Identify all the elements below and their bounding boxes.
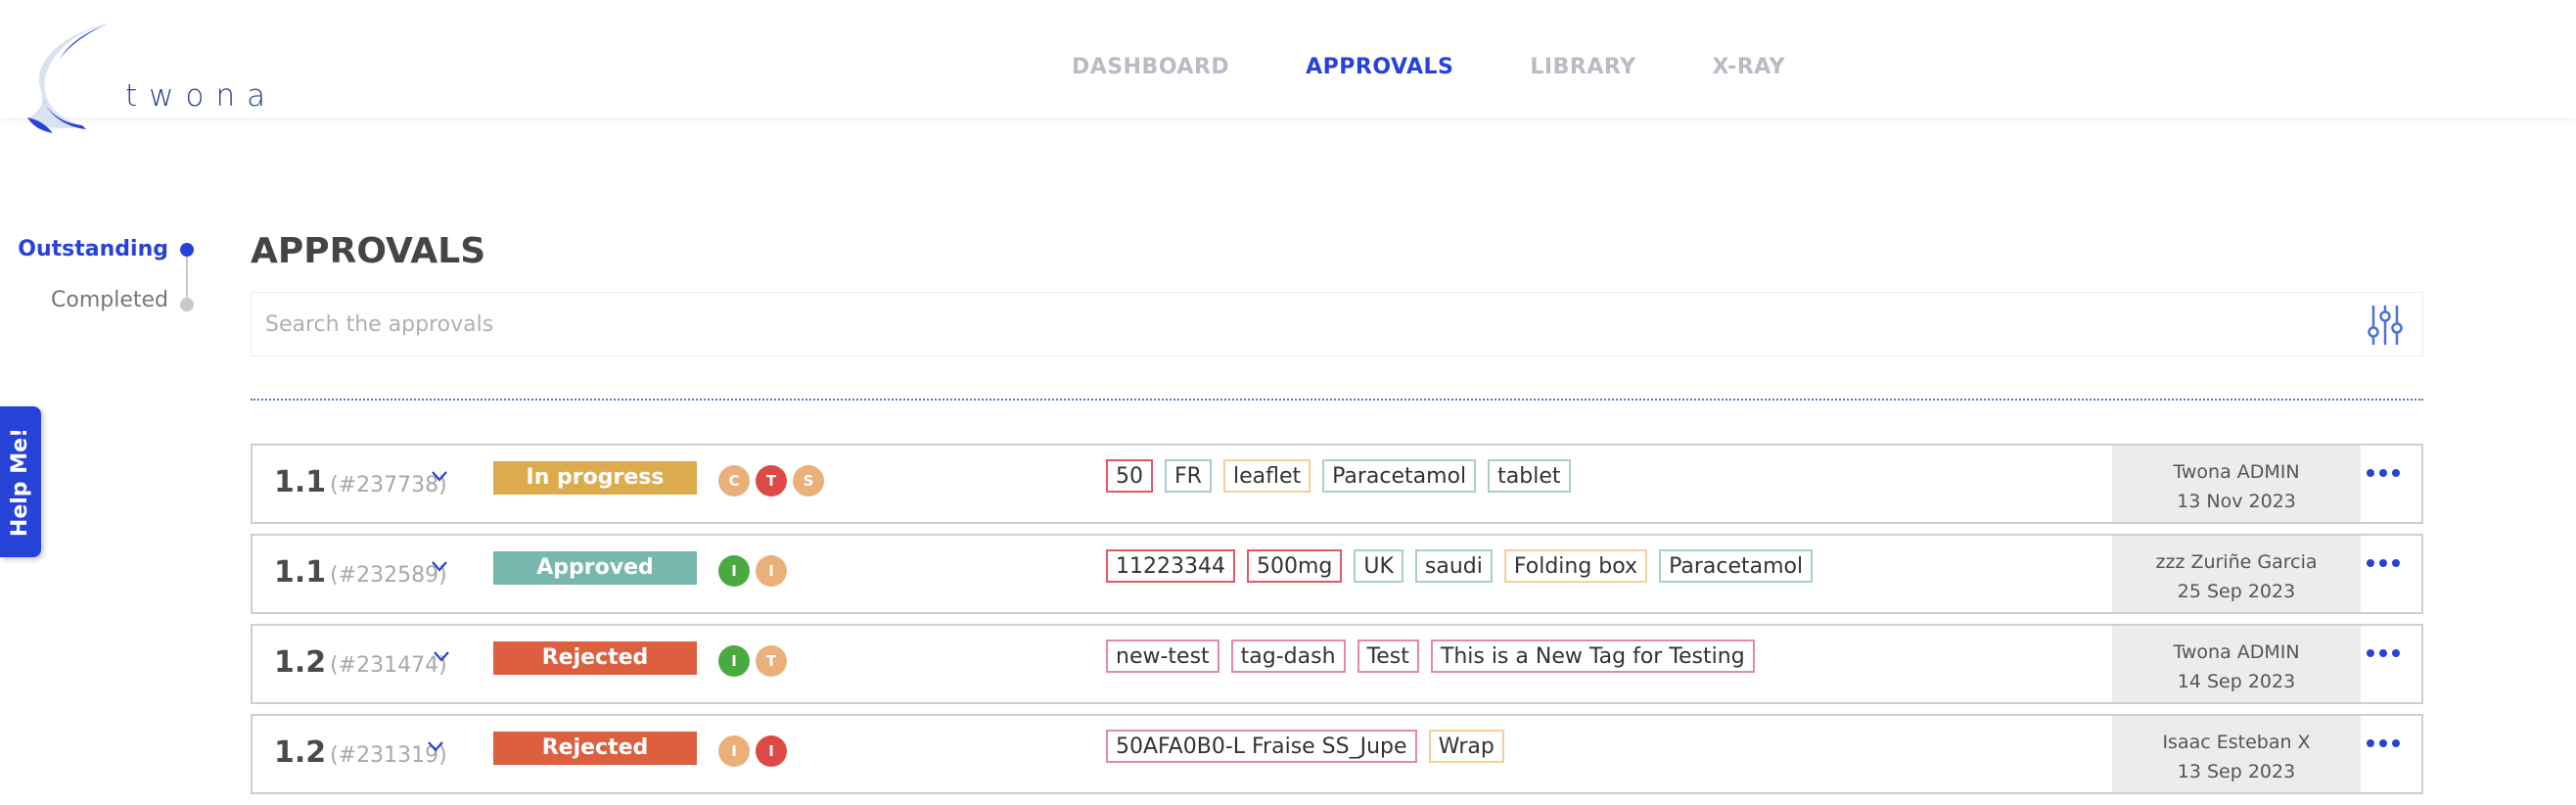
chevron-down-icon[interactable] (429, 555, 450, 577)
approval-meta: Twona ADMIN 13 Nov 2023 (2112, 446, 2361, 522)
approval-version: 1.1 (#232589) (274, 555, 447, 590)
tag[interactable]: Paracetamol (1659, 549, 1814, 583)
avatar[interactable]: I (756, 735, 787, 767)
version-number: 1.2 (274, 735, 327, 770)
tag[interactable]: 50 (1106, 459, 1153, 493)
reviewer-avatars: I I (718, 735, 787, 767)
tag[interactable]: 11223344 (1106, 549, 1235, 583)
avatar[interactable]: I (718, 555, 750, 587)
approval-user: zzz Zuriñe Garcia (2155, 551, 2318, 573)
step-connector (186, 255, 188, 302)
approval-row[interactable]: 1.2 (#231474) Rejected I T new-test tag-d… (251, 624, 2423, 704)
avatar[interactable]: I (718, 645, 750, 677)
approval-ref: (#231474) (330, 653, 447, 678)
approval-version: 1.2 (#231319) (274, 735, 447, 770)
approval-date: 25 Sep 2023 (2177, 581, 2296, 602)
approval-user: Twona ADMIN (2173, 641, 2300, 663)
nav-x-ray[interactable]: X-RAY (1713, 55, 1786, 79)
status-badge: In progress (493, 461, 697, 495)
main-nav: DASHBOARD APPROVALS LIBRARY X-RAY (1072, 55, 1785, 79)
tag[interactable]: 500mg (1246, 549, 1343, 583)
avatar[interactable]: T (756, 465, 787, 497)
approval-row[interactable]: 1.1 (#237738) In progress C T S 50 FR lea… (251, 444, 2423, 524)
approval-meta: Isaac Esteban X 13 Sep 2023 (2112, 716, 2361, 792)
status-steps: Outstanding Completed (0, 233, 206, 321)
nav-approvals[interactable]: APPROVALS (1306, 55, 1453, 79)
avatar[interactable]: C (718, 465, 750, 497)
reviewer-avatars: C T S (718, 465, 824, 497)
approval-meta: Twona ADMIN 14 Sep 2023 (2112, 626, 2361, 702)
tag[interactable]: This is a New Tag for Testing (1430, 639, 1755, 673)
approval-date: 14 Sep 2023 (2177, 671, 2296, 692)
search-input[interactable] (265, 293, 2340, 355)
approval-date: 13 Sep 2023 (2177, 761, 2296, 782)
help-me-button[interactable]: Help Me! (0, 406, 41, 557)
filter-settings-icon[interactable] (2368, 305, 2403, 346)
approval-row[interactable]: 1.2 (#231319) Rejected I I 50AFA0B0-L Fra… (251, 714, 2423, 794)
step-completed-dot (180, 298, 194, 311)
search-bar (251, 292, 2423, 356)
approval-user: Twona ADMIN (2173, 461, 2300, 483)
approval-version: 1.2 (#231474) (274, 645, 447, 680)
fish-logo-icon (27, 24, 108, 133)
status-badge: Approved (493, 551, 697, 585)
tag[interactable]: Test (1357, 639, 1419, 673)
avatar[interactable]: T (756, 645, 787, 677)
approval-version: 1.1 (#237738) (274, 465, 447, 499)
tag-list: 50AFA0B0-L Fraise SS_Jupe Wrap (1106, 730, 1504, 763)
brand-name: twona (125, 78, 278, 114)
tag-list: new-test tag-dash Test This is a New Tag… (1106, 639, 1755, 673)
status-badge: Rejected (493, 641, 697, 675)
approval-row[interactable]: 1.1 (#232589) Approved I I 11223344 500mg… (251, 534, 2423, 614)
avatar[interactable]: I (756, 555, 787, 587)
more-options-icon[interactable] (2367, 469, 2400, 477)
tag[interactable]: UK (1354, 549, 1403, 583)
tag-list: 50 FR leaflet Paracetamol tablet (1106, 459, 1571, 493)
approval-user: Isaac Esteban X (2162, 732, 2311, 753)
tag-list: 11223344 500mg UK saudi Folding box Para… (1106, 549, 1814, 583)
step-outstanding[interactable]: Outstanding (18, 237, 168, 261)
twona-logo[interactable]: twona (23, 22, 265, 139)
help-me-label: Help Me! (8, 427, 33, 537)
chevron-down-icon[interactable] (431, 645, 452, 667)
step-completed[interactable]: Completed (51, 288, 168, 312)
more-options-icon[interactable] (2367, 739, 2400, 747)
reviewer-avatars: I I (718, 555, 787, 587)
page-title: APPROVALS (251, 231, 486, 271)
tag[interactable]: tablet (1488, 459, 1571, 493)
tag[interactable]: new-test (1106, 639, 1219, 673)
tag[interactable]: Paracetamol (1322, 459, 1477, 493)
section-divider (251, 399, 2423, 401)
version-number: 1.1 (274, 555, 327, 590)
version-number: 1.2 (274, 645, 327, 680)
tag[interactable]: FR (1165, 459, 1212, 493)
top-header: twona DASHBOARD APPROVALS LIBRARY X-RAY (0, 0, 2576, 133)
nav-dashboard[interactable]: DASHBOARD (1072, 55, 1229, 79)
tag[interactable]: Wrap (1428, 730, 1504, 763)
chevron-down-icon[interactable] (429, 465, 450, 487)
tag[interactable]: 50AFA0B0-L Fraise SS_Jupe (1106, 730, 1417, 763)
version-number: 1.1 (274, 465, 327, 499)
step-outstanding-dot (180, 243, 194, 257)
tag[interactable]: Folding box (1503, 549, 1648, 583)
tag[interactable]: leaflet (1222, 459, 1311, 493)
avatar[interactable]: I (718, 735, 750, 767)
chevron-down-icon[interactable] (425, 735, 446, 757)
more-options-icon[interactable] (2367, 649, 2400, 657)
status-badge: Rejected (493, 732, 697, 765)
tag[interactable]: saudi (1414, 549, 1493, 583)
reviewer-avatars: I T (718, 645, 787, 677)
more-options-icon[interactable] (2367, 559, 2400, 567)
avatar[interactable]: S (793, 465, 824, 497)
approval-date: 13 Nov 2023 (2177, 491, 2296, 512)
nav-library[interactable]: LIBRARY (1530, 55, 1635, 79)
approval-meta: zzz Zuriñe Garcia 25 Sep 2023 (2112, 536, 2361, 612)
tag[interactable]: tag-dash (1230, 639, 1346, 673)
